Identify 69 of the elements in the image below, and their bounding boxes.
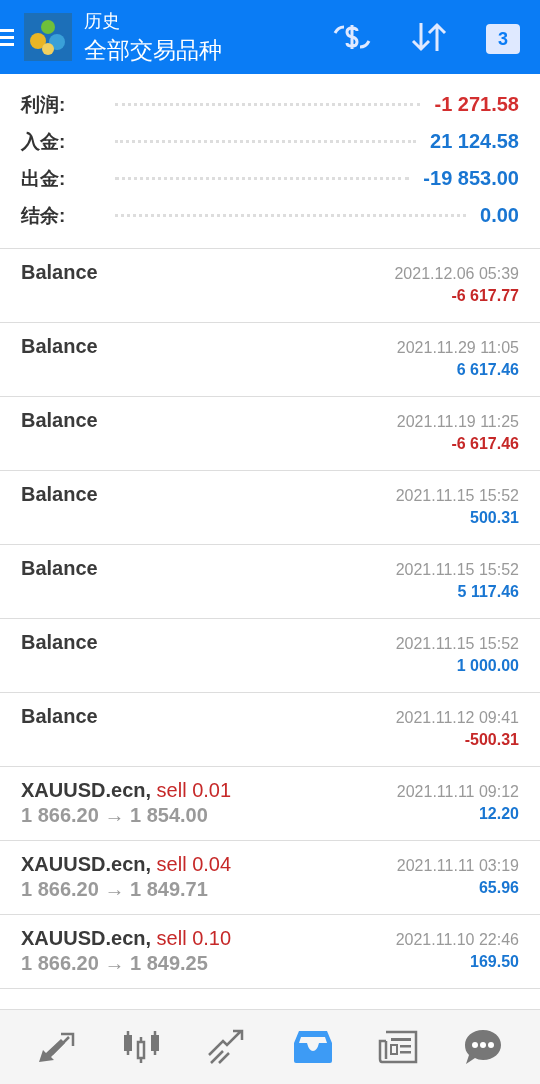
deal-type: sell 0.10 [156,927,232,949]
entry-amount: -6 617.46 [451,435,519,453]
entry-time: 2021.11.15 15:52 [395,635,519,653]
history-row[interactable]: XAUUSD.ecn, sell 0.01 1 866.20 → 1 854.00 2021.11.11 09:12 12.20 [0,767,540,841]
entry-time: 2021.11.15 15:52 [395,487,519,505]
summary-label: 利润: [21,92,67,117]
price-range: 1 866.20 → 1 849.71 [21,878,209,901]
candlestick-icon [122,1029,162,1065]
entry-time: 2021.11.11 03:19 [396,857,519,875]
newspaper-icon [377,1029,418,1065]
history-row[interactable]: Balance 2021.11.29 11:05 6 617.46 [0,323,540,397]
nav-tab[interactable] [463,1029,504,1065]
entry-title: Balance [21,557,98,580]
history-row[interactable]: XAUUSD.ecn, sell 0.10 1 866.20 → 1 849.25 2021.11.10 22:46 169.50 [0,915,540,989]
chat-bubble-icon [463,1029,504,1065]
entry-amount: 1 000.00 [456,657,519,675]
page-title: 历史 [84,9,121,33]
summary-value: 21 124.58 [430,130,519,153]
app-logo-icon [24,13,72,61]
symbol-name: XAUUSD.ecn, [21,927,152,949]
nav-tab[interactable] [377,1029,418,1065]
symbol-name: XAUUSD.ecn, [21,853,152,875]
summary-value: 0.00 [480,204,519,227]
entry-amount: -500.31 [464,731,519,749]
price-range: 1 866.20 → 1 849.25 [21,952,209,975]
diagonal-arrows-icon [36,1030,77,1064]
history-row[interactable]: Balance 2021.12.06 05:39 -6 617.77 [0,249,540,323]
menu-icon[interactable] [0,27,14,47]
summary-label: 结余: [21,203,67,228]
entry-amount: 500.31 [470,509,519,527]
entry-amount: 5 117.46 [457,583,519,601]
entry-title: Balance [21,409,98,432]
entry-title: Balance [21,705,98,728]
entry-time: 2021.12.06 05:39 [394,265,519,283]
history-row[interactable]: Balance 2021.11.15 15:52 1 000.00 [0,619,540,693]
entry-amount: -6 617.77 [451,287,519,305]
entry-amount: 6 617.46 [456,361,519,379]
entry-time: 2021.11.19 11:25 [396,413,519,431]
symbol-name: XAUUSD.ecn, [21,779,152,801]
entry-title: Balance [21,483,98,506]
entry-title: Balance [21,335,98,358]
summary-value: -19 853.00 [423,167,519,190]
sort-icon[interactable] [410,21,448,53]
entry-amount: 169.50 [470,953,519,971]
entry-amount: 65.96 [478,879,519,897]
entry-time: 2021.11.10 22:46 [395,931,519,949]
history-row[interactable]: Balance 2021.11.12 09:41 -500.31 [0,693,540,767]
nav-tab[interactable] [122,1029,162,1065]
price-range: 1 866.20 → 1 854.00 [21,804,209,827]
history-row[interactable]: Balance 2021.11.15 15:52 5 117.46 [0,545,540,619]
entry-time: 2021.11.29 11:05 [396,339,519,357]
nav-tab[interactable] [292,1029,333,1065]
summary-value: -1 271.58 [434,93,519,116]
symbol-filter[interactable]: 全部交易品种 [84,34,222,66]
history-row[interactable]: Balance 2021.11.15 15:52 500.31 [0,471,540,545]
inbox-icon [292,1029,333,1065]
deal-type: sell 0.01 [156,779,232,801]
entry-time: 2021.11.11 09:12 [396,783,519,801]
nav-tab[interactable] [36,1030,77,1064]
deal-type: sell 0.04 [156,853,232,875]
history-row[interactable]: XAUUSD.ecn, sell 0.04 1 866.20 → 1 849.71 2021.11.11 03:19 65.96 [0,841,540,915]
history-row[interactable]: Balance 2021.11.19 11:25 -6 617.46 [0,397,540,471]
entry-title: Balance [21,631,98,654]
summary-label: 入金: [21,129,67,154]
summary-label: 出金: [21,166,67,191]
entry-time: 2021.11.15 15:52 [395,561,519,579]
entry-amount: 12.20 [478,805,519,823]
entry-title: Balance [21,261,98,284]
entry-time: 2021.11.12 09:41 [395,709,519,727]
